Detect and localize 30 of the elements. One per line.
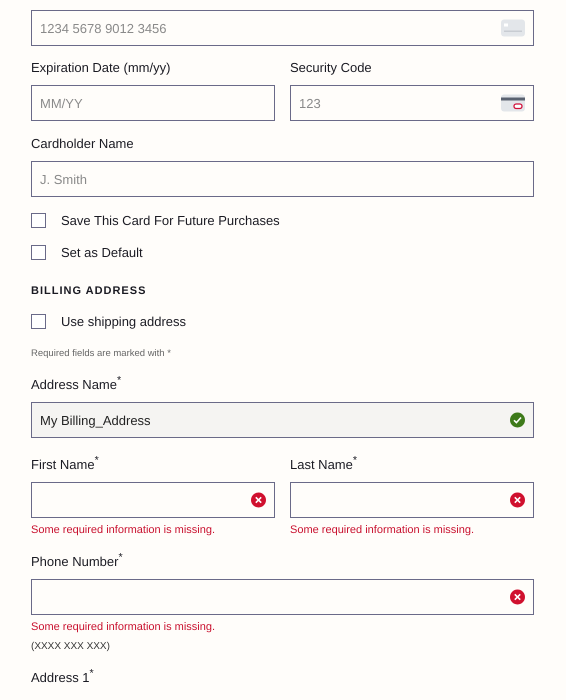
checkbox[interactable] <box>31 244 46 260</box>
section-heading: BILLING ADDRESS <box>31 285 148 297</box>
input-field[interactable]: MM/YY <box>31 85 275 121</box>
field-label: Last Name$^{*}$ <box>290 453 358 473</box>
checkbox-label: Use shipping address <box>61 314 186 328</box>
checkbox[interactable] <box>31 212 46 228</box>
required-note: Required fields are marked with * <box>31 348 172 359</box>
input-field[interactable]: 123 <box>290 85 534 121</box>
field-label: Security Code <box>290 60 373 76</box>
error-message: Some required information is missing. <box>31 524 216 536</box>
field-label: Expiration Date (mm/yy) <box>31 60 172 76</box>
field-label: Cardholder Name <box>31 136 135 152</box>
input-field[interactable] <box>31 578 534 615</box>
field-label: Address 1$^{*}$ <box>31 666 95 686</box>
input-field[interactable] <box>290 482 534 518</box>
error-message: Some required information is missing. <box>290 524 476 536</box>
input-field[interactable]: My Billing_Address <box>31 402 534 438</box>
input-field[interactable] <box>31 482 275 518</box>
cardholder-field[interactable]: J. Smith <box>31 161 534 197</box>
format-hint: (XXXX XXX XXX) <box>31 640 111 652</box>
card-icon <box>501 20 525 36</box>
field-label: Address Name$^{*}$ <box>31 374 122 394</box>
checkbox[interactable] <box>31 314 46 328</box>
checkbox-label: Save This Card For Future Purchases <box>61 212 280 228</box>
checkbox-label: Set as Default <box>61 244 143 260</box>
card-back-icon <box>501 94 525 112</box>
field-label: First Name$^{*}$ <box>31 453 100 473</box>
field-label: Phone Number$^{*}$ <box>31 550 124 570</box>
card-number-field[interactable]: 1234 5678 9012 3456 <box>31 10 534 46</box>
error-message: Some required information is missing. <box>31 620 216 633</box>
